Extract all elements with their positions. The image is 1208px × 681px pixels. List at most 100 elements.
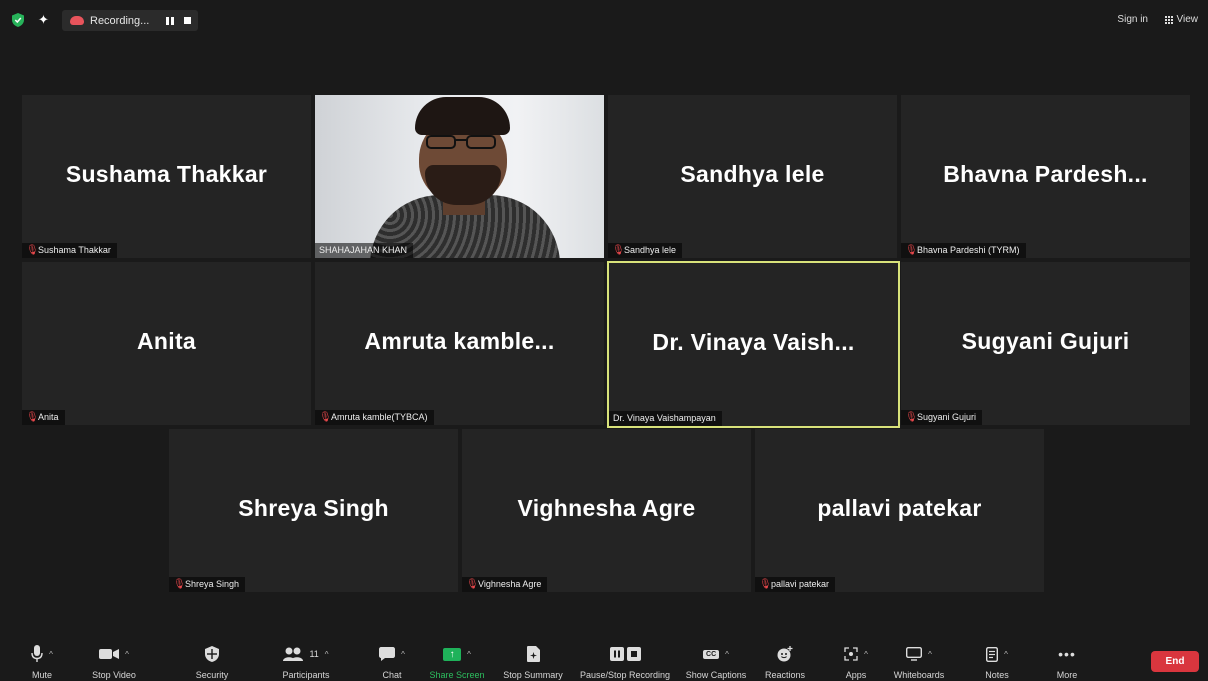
participants-options-chevron-icon[interactable]: ^ <box>325 650 329 659</box>
end-meeting-button[interactable]: End <box>1151 651 1199 672</box>
notes-options-chevron-icon[interactable]: ^ <box>1004 650 1008 659</box>
top-bar: ✦ Recording... Sign in View <box>0 0 1208 40</box>
muted-mic-icon: 🎙 <box>905 412 918 423</box>
shield-icon[interactable] <box>12 13 24 27</box>
mute-label: Mute <box>31 670 52 680</box>
participant-tile[interactable]: Sushama Thakkar 🎙 Sushama Thakkar <box>22 95 311 258</box>
participant-name-label: 🎙 Sushama Thakkar <box>22 243 117 258</box>
pause-icon <box>609 647 624 661</box>
participant-display-name: Bhavna Pardesh... <box>943 161 1148 187</box>
apps-label: Apps <box>845 670 867 680</box>
participant-display-name: Vighnesha Agre <box>517 495 696 521</box>
show-captions-label: Show Captions <box>685 670 747 680</box>
participant-tile[interactable]: Bhavna Pardesh... 🎙 Bhavna Pardeshi (TYR… <box>901 95 1190 258</box>
participants-button[interactable]: 11 ^ Participants <box>266 644 346 680</box>
participant-name-label: 🎙 Shreya Singh <box>169 577 246 592</box>
participant-name-label: 🎙 Vighnesha Agre <box>462 577 548 592</box>
muted-mic-icon: 🎙 <box>612 245 625 256</box>
participant-label-text: Sushama Thakkar <box>38 245 111 255</box>
whiteboards-options-chevron-icon[interactable]: ^ <box>928 650 932 659</box>
more-button[interactable]: ••• More <box>1050 644 1084 680</box>
participant-display-name: Shreya Singh <box>238 495 389 521</box>
participants-icon <box>283 647 304 661</box>
participant-name-label: Dr. Vinaya Vaishampayan <box>609 411 722 426</box>
participant-display-name: Sugyani Gujuri <box>961 328 1130 354</box>
participant-video <box>315 95 604 258</box>
participant-display-name: Sushama Thakkar <box>65 161 268 187</box>
whiteboards-button[interactable]: ^ Whiteboards <box>888 644 950 680</box>
participant-tile[interactable]: Amruta kamble... 🎙 Amruta kamble(TYBCA) <box>315 262 604 425</box>
participant-name-label: 🎙 Amruta kamble(TYBCA) <box>315 410 434 425</box>
chat-button[interactable]: ^ Chat <box>370 644 414 680</box>
stop-video-button[interactable]: ^ Stop Video <box>88 644 140 680</box>
notes-button[interactable]: ^ Notes <box>974 644 1020 680</box>
sign-in-link[interactable]: Sign in <box>1117 14 1148 25</box>
participant-tile[interactable]: Sugyani Gujuri 🎙 Sugyani Gujuri <box>901 262 1190 425</box>
muted-mic-icon: 🎙 <box>173 579 186 590</box>
participant-name-label: 🎙 pallavi patekar <box>755 577 836 592</box>
video-camera-icon <box>99 649 120 659</box>
participant-label-text: Amruta kamble(TYBCA) <box>331 412 428 422</box>
participant-name-label: 🎙 Sandhya lele <box>608 243 683 258</box>
stop-icon <box>626 647 641 661</box>
show-captions-button[interactable]: CC ^ Show Captions <box>683 644 749 680</box>
pause-stop-recording-button[interactable]: Pause/Stop Recording <box>576 644 674 680</box>
participant-name-label: 🎙 Sugyani Gujuri <box>901 410 983 425</box>
more-ellipsis-icon: ••• <box>1058 646 1076 662</box>
security-button[interactable]: Security <box>188 644 236 680</box>
security-label: Security <box>195 670 229 680</box>
muted-mic-icon: 🎙 <box>905 245 918 256</box>
security-shield-icon <box>205 646 219 662</box>
microphone-icon <box>31 645 43 662</box>
captions-cc-icon: CC <box>703 649 720 659</box>
muted-mic-icon: 🎙 <box>319 412 332 423</box>
stop-recording-button[interactable] <box>184 17 191 24</box>
apps-button[interactable]: ^ Apps <box>834 644 878 680</box>
reactions-label: Reactions <box>764 670 806 680</box>
pause-recording-button[interactable] <box>166 16 174 25</box>
active-speaker-tile[interactable]: Dr. Vinaya Vaish... Dr. Vinaya Vaishampa… <box>607 261 900 428</box>
participant-label-text: Bhavna Pardeshi (TYRM) <box>917 245 1020 255</box>
participant-tile[interactable]: Shreya Singh 🎙 Shreya Singh <box>169 429 458 592</box>
participant-display-name: Dr. Vinaya Vaish... <box>652 329 855 355</box>
participant-display-name: Amruta kamble... <box>364 328 555 354</box>
view-button[interactable]: View <box>1165 14 1199 25</box>
participant-tile-video[interactable]: SHAHAJAHAN KHAN <box>315 95 604 258</box>
recording-label: Recording... <box>90 14 150 27</box>
share-options-chevron-icon[interactable]: ^ <box>467 650 471 659</box>
participant-name-label: 🎙 Bhavna Pardeshi (TYRM) <box>901 243 1026 258</box>
captions-options-chevron-icon[interactable]: ^ <box>725 650 729 659</box>
apps-icon <box>844 647 858 661</box>
participant-tile[interactable]: Anita 🎙 Anita <box>22 262 311 425</box>
glasses-shape <box>426 135 496 149</box>
reactions-button[interactable]: Reactions <box>761 644 809 680</box>
participant-tile[interactable]: pallavi patekar 🎙 pallavi patekar <box>755 429 1044 592</box>
pause-stop-recording-label: Pause/Stop Recording <box>579 670 671 680</box>
participant-label-text: Shreya Singh <box>185 579 240 589</box>
participant-tile[interactable]: Sandhya lele 🎙 Sandhya lele <box>608 95 897 258</box>
more-label: More <box>1056 670 1078 680</box>
share-screen-button[interactable]: ↑ ^ Share Screen <box>427 644 487 680</box>
chat-options-chevron-icon[interactable]: ^ <box>401 650 405 659</box>
mute-button[interactable]: ^ Mute <box>24 644 60 680</box>
muted-mic-icon: 🎙 <box>26 412 39 423</box>
participant-label-text: SHAHAJAHAN KHAN <box>319 245 408 255</box>
stop-summary-button[interactable]: Stop Summary <box>500 644 566 680</box>
cloud-recording-icon <box>70 16 84 25</box>
participant-name-label: SHAHAJAHAN KHAN <box>315 243 414 258</box>
meeting-toolbar: ^ Mute ^ Stop Video Security 11 ^ Partic… <box>0 640 1208 681</box>
participant-label-text: Sugyani Gujuri <box>917 412 977 422</box>
participant-label-text: Anita <box>38 412 59 422</box>
mute-options-chevron-icon[interactable]: ^ <box>49 650 53 659</box>
reactions-smiley-icon <box>777 646 793 662</box>
apps-options-chevron-icon[interactable]: ^ <box>864 650 868 659</box>
chat-bubble-icon <box>379 647 396 661</box>
video-options-chevron-icon[interactable]: ^ <box>125 650 129 659</box>
participant-label-text: Sandhya lele <box>624 245 677 255</box>
whiteboard-icon <box>906 647 923 661</box>
participant-label-text: Dr. Vinaya Vaishampayan <box>613 413 716 423</box>
participant-tile[interactable]: Vighnesha Agre 🎙 Vighnesha Agre <box>462 429 751 592</box>
view-label: View <box>1176 14 1199 25</box>
sparkle-icon[interactable]: ✦ <box>38 12 49 28</box>
share-screen-label: Share Screen <box>429 670 485 680</box>
